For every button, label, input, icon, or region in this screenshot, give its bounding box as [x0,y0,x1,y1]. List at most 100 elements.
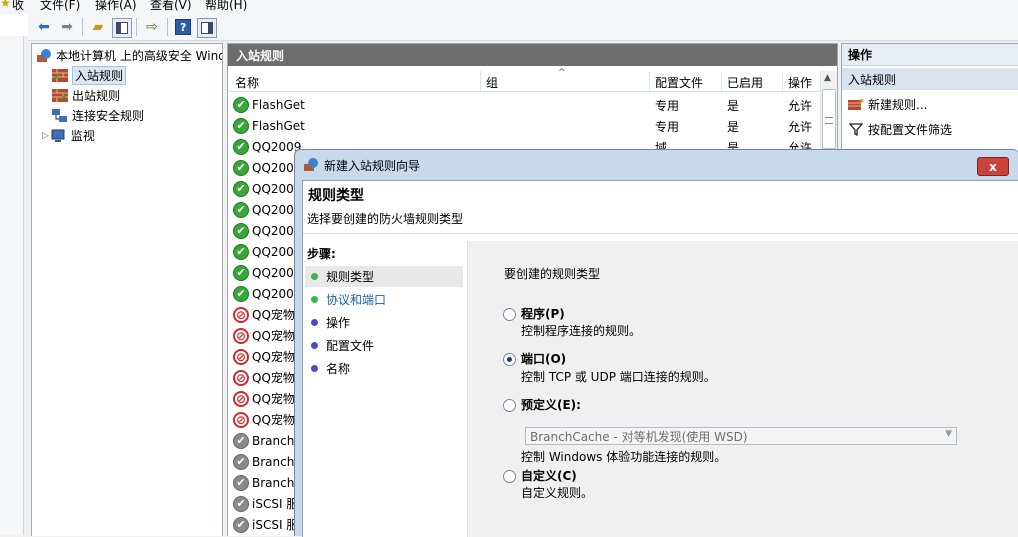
disabled-rule-icon: ✔ [233,453,249,470]
allow-rule-icon: ✔ [233,243,249,260]
menu-view[interactable]: 查看(V) [150,0,192,13]
column-header-name[interactable]: 名称 [235,74,259,91]
tree-item-outbound-rules[interactable]: 出站规则 [52,86,120,105]
predefined-rule-select[interactable]: BranchCache - 对等机发现(使用 WSD) ▼ [525,427,957,445]
dialog-close-button[interactable]: x [977,157,1009,176]
option-port-desc: 控制 TCP 或 UDP 端口连接的规则。 [521,370,716,384]
wizard-step: 操作 [305,312,463,333]
wizard-step: 协议和端口 [305,289,463,310]
tree-item-connection-security-rules[interactable]: 连接安全规则 [52,106,144,125]
rule-name: FlashGet [252,97,305,112]
monitoring-icon [51,129,67,143]
back-arrow-icon[interactable]: ⬅ [34,17,54,37]
rule-name: QQ宠物 [252,392,295,406]
allow-rule-icon: ✔ [233,201,249,218]
menu-action[interactable]: 操作(A) [95,0,137,13]
thumb-grip-icon [825,117,833,124]
globe-glyph [37,48,51,62]
firewall-globe-icon [36,48,52,63]
radio-predefined[interactable] [503,399,516,412]
actions-section-inbound-rules[interactable]: 入站规则 [842,68,1018,90]
new-rule-glyph: ✶ [848,97,864,110]
step-label: 名称 [326,362,351,376]
toolbar: ⬅ ➡ ▰ ⇨ ? [28,14,1018,41]
column-separator[interactable] [782,71,783,91]
firewall-globe-icon [303,158,319,172]
dialog-body: 规则类型 选择要创建的防火墙规则类型 步骤: 规则类型 协议和端口 操作 配置文件 名称… [302,180,1018,537]
scroll-up-icon[interactable]: ▲ [824,73,831,83]
menu-file[interactable]: 文件(F) [40,0,80,13]
step-label: 规则类型 [326,270,375,284]
rule-list-title: 入站规则 [228,44,837,66]
help-icon[interactable]: ? [173,17,193,37]
wizard-step: 名称 [305,358,463,379]
column-header-profile[interactable]: 配置文件 [655,74,703,91]
column-header-group[interactable]: 组 [486,74,498,91]
new-rule-icon: ✶ [848,97,864,111]
option-port-label[interactable]: 端口(O) [521,350,566,367]
show-hide-tree-icon[interactable] [112,18,132,38]
disabled-rule-icon: ✔ [233,474,249,491]
outbound-rules-icon [52,89,68,103]
block-rule-icon: ⊘ [233,306,249,323]
dialog-header: 规则类型 选择要创建的防火墙规则类型 [303,181,1018,234]
block-rule-icon: ⊘ [233,327,249,344]
tree-item-label: 入站规则 [72,66,127,85]
tree-item-inbound-rules[interactable]: 入站规则 [52,66,127,85]
favorites-star-icon: ★ [0,0,11,10]
rule-enabled: 是 [727,120,740,134]
pane-glyph [116,22,128,34]
column-separator[interactable] [480,71,481,91]
option-custom-label[interactable]: 自定义(C) [521,467,577,484]
monitor-glyph [51,129,65,142]
export-list-icon[interactable]: ⇨ [142,17,162,37]
toolbar-separator [82,18,83,36]
svg-text:✶: ✶ [858,97,864,107]
predefined-rule-value: BranchCache - 对等机发现(使用 WSD) [530,429,748,444]
option-program-desc: 控制程序连接的规则。 [521,324,642,338]
radio-program[interactable] [503,308,516,321]
block-rule-icon: ⊘ [233,369,249,386]
pane-glyph [201,22,213,34]
wizard-step: 配置文件 [305,335,463,356]
dialog-subheading: 选择要创建的防火墙规则类型 [307,212,464,226]
dialog-titlebar[interactable]: 新建入站规则向导 x [295,150,1018,180]
tree-root[interactable]: 本地计算机 上的高级安全 Windows 防火墙 [36,46,222,65]
menu-help[interactable]: 帮助(H) [205,0,247,13]
tree-item-monitoring[interactable]: ▷ 监视 [42,126,95,145]
option-predefined-label[interactable]: 预定义(E): [521,396,581,413]
allow-rule-icon: ✔ [233,159,249,176]
toolbar-separator [167,18,168,36]
forward-arrow-icon[interactable]: ➡ [57,17,77,37]
table-row[interactable]: ✔ FlashGet 专用 是 允许 [233,94,823,115]
scroll-thumb[interactable] [822,89,836,149]
tree-item-label: 出站规则 [72,89,121,103]
column-separator[interactable] [649,71,650,91]
action-filter-by-profile[interactable]: 按配置文件筛选 [848,119,952,139]
radio-port[interactable] [503,353,516,366]
radio-custom[interactable] [503,470,516,483]
step-status-dot-icon [311,273,318,280]
rule-profile: 专用 [655,99,680,113]
up-folder-icon[interactable]: ▰ [88,17,108,37]
column-header-action[interactable]: 操作 [788,74,812,91]
option-custom-desc: 自定义规则。 [521,486,594,500]
disabled-rule-icon: ✔ [233,432,249,449]
wizard-step: 规则类型 [305,266,463,287]
column-separator[interactable] [721,71,722,91]
option-program-label[interactable]: 程序(P) [521,305,565,322]
help-glyph: ? [175,19,191,35]
globe-glyph [304,158,318,171]
rule-name: QQ宠物 [252,329,295,343]
table-row[interactable]: ✔ FlashGet 专用 是 允许 [233,115,823,136]
expand-arrow-icon[interactable]: ▷ [42,131,49,141]
column-header-enabled[interactable]: 已启用 [727,74,763,91]
dialog-heading: 规则类型 [308,188,364,204]
new-inbound-rule-wizard: 新建入站规则向导 x 规则类型 选择要创建的防火墙规则类型 步骤: 规则类型 协议… [294,149,1018,537]
show-hide-action-pane-icon[interactable] [197,18,217,38]
action-new-rule[interactable]: ✶ 新建规则... [848,94,927,114]
rule-action: 允许 [788,120,813,134]
tree-root-label: 本地计算机 上的高级安全 Windows 防火墙 [56,49,222,63]
left-window-strip [0,36,24,535]
connection-security-icon [52,108,68,123]
